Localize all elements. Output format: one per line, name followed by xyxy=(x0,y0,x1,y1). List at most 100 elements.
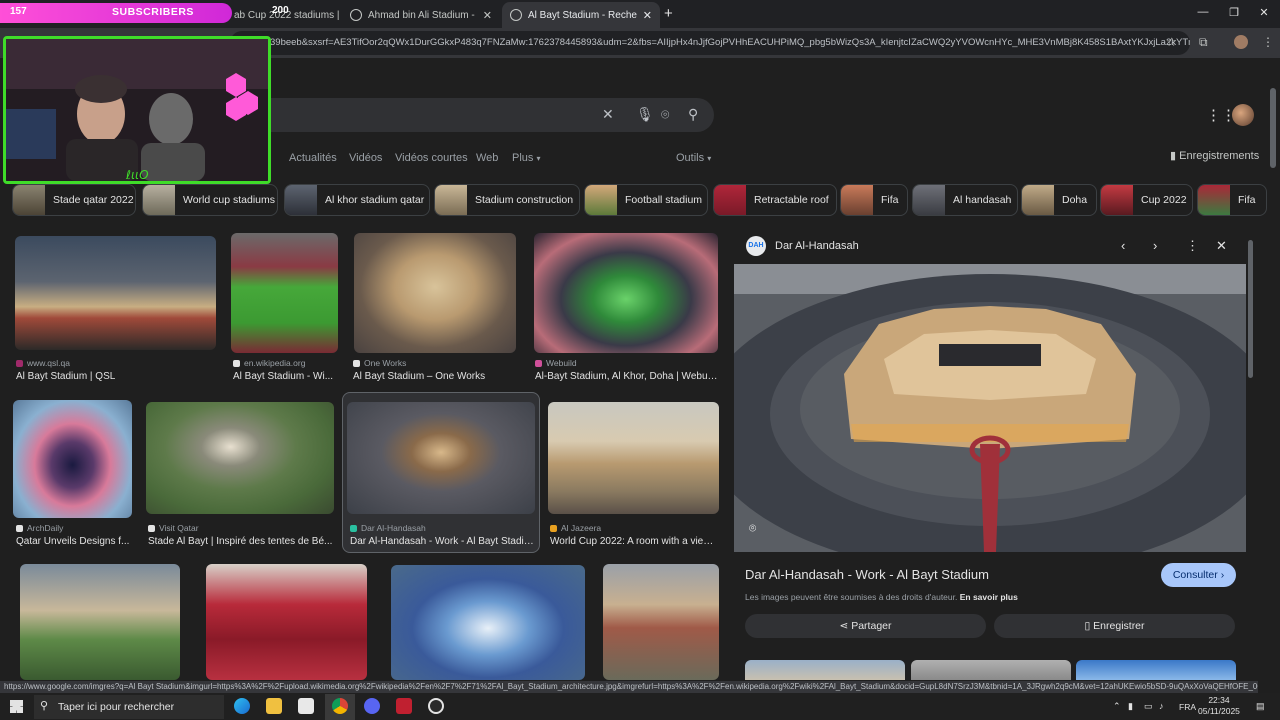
minimize-icon[interactable]: — xyxy=(1188,6,1218,18)
extensions-icon[interactable]: ⧉ xyxy=(1199,35,1208,50)
saved-label: Enregistrements xyxy=(1179,150,1260,162)
result-image[interactable] xyxy=(548,402,719,514)
obs-icon[interactable] xyxy=(428,698,444,714)
result-image[interactable] xyxy=(347,402,535,514)
result-title[interactable]: World Cup 2022: A room with a view... xyxy=(550,536,718,547)
lens-icon[interactable]: ⌾ xyxy=(749,521,765,537)
profile-avatar[interactable] xyxy=(1234,35,1248,49)
result-title[interactable]: Al-Bayt Stadium, Al Khor, Doha | Webuil.… xyxy=(535,371,718,382)
windows-start-icon[interactable] xyxy=(10,700,23,713)
result-image[interactable] xyxy=(206,564,367,680)
suggestion-chip[interactable]: Retractable roof xyxy=(713,184,837,216)
bookmark-star-icon[interactable]: ☆ xyxy=(1166,35,1177,49)
search-icon[interactable]: ⚲ xyxy=(688,106,698,123)
previous-icon[interactable]: ‹ xyxy=(1121,238,1125,253)
notifications-icon[interactable]: ▤ xyxy=(1256,701,1265,712)
chip-thumbnail xyxy=(13,185,45,215)
chrome-icon[interactable] xyxy=(332,698,348,714)
more-options-icon[interactable]: ⋮ xyxy=(1186,238,1199,254)
chevron-right-icon: › xyxy=(1220,569,1225,581)
tab-videos[interactable]: Vidéos xyxy=(349,152,382,164)
panel-scrollbar[interactable] xyxy=(1248,240,1253,378)
related-image[interactable] xyxy=(1076,660,1236,680)
address-bar[interactable]: 39beeb&sxsrf=AE3TifOor2qQWx1DurGGkxP483q… xyxy=(230,31,1190,55)
browser-tab-active[interactable]: Al Bayt Stadium - Recherche Google ✕ xyxy=(502,2,660,28)
tools-button[interactable]: Outils ▾ xyxy=(676,152,711,164)
subscriber-count: 157 xyxy=(10,6,27,17)
browser-tab[interactable]: Ahmad bin Ali Stadium - Recherche ✕ xyxy=(342,2,500,28)
input-language[interactable]: FRA xyxy=(1179,702,1196,712)
discord-icon[interactable] xyxy=(364,698,380,714)
tab-short-videos[interactable]: Vidéos courtes xyxy=(395,152,468,164)
browser-menu-icon[interactable]: ⋮ xyxy=(1262,35,1274,49)
learn-more-link[interactable]: En savoir plus xyxy=(960,592,1018,602)
result-title[interactable]: Al Bayt Stadium | QSL xyxy=(16,371,216,382)
google-account-avatar[interactable] xyxy=(1232,104,1254,126)
network-icon[interactable]: ▭ xyxy=(1144,701,1153,712)
store-icon[interactable] xyxy=(298,698,314,714)
suggestion-chip[interactable]: World cup stadiums xyxy=(142,184,278,216)
tab-web[interactable]: Web xyxy=(476,152,498,164)
chip-label: Doha xyxy=(1062,194,1088,206)
suggestion-chip[interactable]: Al handasah xyxy=(912,184,1018,216)
result-title[interactable]: Stade Al Bayt | Inspiré des tentes de Bé… xyxy=(148,536,334,547)
tab-news[interactable]: Actualités xyxy=(289,152,337,164)
close-window-icon[interactable]: ✕ xyxy=(1249,6,1279,19)
result-image[interactable] xyxy=(603,564,719,680)
clear-search-icon[interactable]: ✕ xyxy=(602,106,614,123)
clock[interactable]: 22:34 05/11/2025 xyxy=(1198,695,1240,717)
suggestion-chip[interactable]: Doha xyxy=(1021,184,1097,216)
file-explorer-icon[interactable] xyxy=(266,698,282,714)
tray-overflow-icon[interactable]: ⌃ xyxy=(1113,701,1121,712)
site-favicon-icon xyxy=(16,525,23,532)
result-source-name: One Works xyxy=(364,358,407,368)
result-image[interactable] xyxy=(15,236,216,350)
suggestion-chip[interactable]: Fifa xyxy=(840,184,908,216)
suggestion-chip[interactable]: Fifa xyxy=(1197,184,1267,216)
restore-icon[interactable]: ❐ xyxy=(1219,6,1249,19)
stadium-aerial-illustration xyxy=(734,264,1246,552)
result-image[interactable] xyxy=(20,564,180,680)
close-icon[interactable]: ✕ xyxy=(1216,238,1227,254)
suggestion-chip[interactable]: Stade qatar 2022 xyxy=(12,184,136,216)
save-button[interactable]: ▯ Enregistrer xyxy=(994,614,1235,638)
result-source: Webuild xyxy=(535,358,577,368)
tab-close-icon[interactable]: ✕ xyxy=(637,9,652,22)
tab-more[interactable]: Plus ▾ xyxy=(512,152,540,164)
panel-title[interactable]: Dar Al-Handasah - Work - Al Bayt Stadium xyxy=(745,567,989,582)
share-button[interactable]: ⋖ Partager xyxy=(745,614,986,638)
related-image[interactable] xyxy=(745,660,905,680)
lens-search-icon[interactable]: ⌾ xyxy=(661,106,669,123)
new-tab-icon[interactable]: + xyxy=(664,5,673,22)
edge-icon[interactable] xyxy=(234,698,250,714)
chevron-down-icon: ▾ xyxy=(536,154,541,163)
preview-image[interactable] xyxy=(734,264,1246,552)
related-image[interactable] xyxy=(911,660,1071,680)
visit-button[interactable]: Consulter › xyxy=(1161,563,1236,587)
result-title[interactable]: Dar Al-Handasah - Work - Al Bayt Stadium xyxy=(350,536,536,547)
result-image[interactable] xyxy=(534,233,718,353)
result-image[interactable] xyxy=(13,400,132,518)
voice-search-icon[interactable]: 🎙 xyxy=(636,106,654,123)
suggestion-chip[interactable]: Cup 2022 xyxy=(1100,184,1193,216)
result-image[interactable] xyxy=(391,565,585,680)
chip-thumbnail xyxy=(285,185,317,215)
result-title[interactable]: Al Bayt Stadium - Wi... xyxy=(233,371,337,382)
result-image[interactable] xyxy=(146,402,334,514)
tab-close-icon[interactable]: ✕ xyxy=(477,9,492,22)
panel-source-name[interactable]: Dar Al-Handasah xyxy=(775,240,859,252)
result-title[interactable]: Qatar Unveils Designs f... xyxy=(16,536,134,547)
saved-images-link[interactable]: ▮ Enregistrements xyxy=(1170,149,1259,162)
suggestion-chip[interactable]: Football stadium xyxy=(584,184,708,216)
taskbar-search[interactable]: Taper ici pour rechercher xyxy=(34,695,224,719)
result-image[interactable] xyxy=(354,233,516,353)
app-icon[interactable] xyxy=(396,698,412,714)
next-icon[interactable]: › xyxy=(1153,238,1157,253)
suggestion-chip[interactable]: Al khor stadium qatar xyxy=(284,184,430,216)
microphone-icon[interactable]: ▮ xyxy=(1128,701,1133,712)
result-title[interactable]: Al Bayt Stadium – One Works xyxy=(353,371,518,382)
page-scrollbar[interactable] xyxy=(1270,88,1276,168)
volume-icon[interactable]: ♪ xyxy=(1159,701,1164,711)
result-image[interactable] xyxy=(231,233,338,353)
suggestion-chip[interactable]: Stadium construction xyxy=(434,184,580,216)
